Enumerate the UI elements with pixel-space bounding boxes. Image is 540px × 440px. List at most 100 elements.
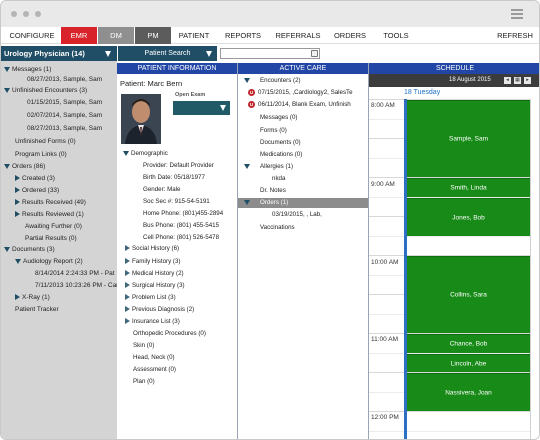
- appointment-name: Sample, Sam: [448, 135, 489, 143]
- tree-item-documents[interactable]: Documents (3): [4, 244, 55, 255]
- tree-item-message-entry[interactable]: 08/27/2013, Sample, Sam: [27, 74, 102, 85]
- schedule-day-label: 18 Tuesday: [404, 89, 441, 96]
- tree-item-results-reviewed[interactable]: Results Reviewed (1): [15, 209, 84, 220]
- section-assessment[interactable]: Assessment (0): [133, 365, 176, 374]
- section-social-history[interactable]: Social History (6): [125, 244, 179, 253]
- appointment-block[interactable]: Chance, Bob: [407, 334, 530, 353]
- menu-orders[interactable]: ORDERS: [331, 27, 369, 44]
- ac-encounter-item[interactable]: U 07/15/2015, ,Cardiology2, SalesTe: [248, 88, 353, 98]
- search-icon[interactable]: [311, 50, 318, 57]
- expand-arrow-icon: [15, 294, 20, 301]
- schedule-scroll-gutter[interactable]: [530, 99, 539, 439]
- tree-item-unfinished-forms[interactable]: Unfinished Forms (0): [15, 136, 76, 147]
- section-label: Insurance List (3): [132, 318, 180, 325]
- section-problem-list[interactable]: Problem List (3): [125, 293, 176, 302]
- section-previous-diagnosis[interactable]: Previous Diagnosis (2): [125, 305, 194, 314]
- ac-encounters[interactable]: Encounters (2): [244, 76, 301, 86]
- ac-dr-notes[interactable]: Dr. Notes: [260, 186, 286, 196]
- next-day-icon[interactable]: ▸: [524, 77, 531, 84]
- half-hour-line: [369, 216, 405, 217]
- section-head-neck[interactable]: Head, Neck (0): [133, 353, 175, 362]
- prev-day-icon[interactable]: ◂: [504, 77, 511, 84]
- menu-tools[interactable]: TOOLS: [379, 27, 413, 44]
- expand-arrow-icon: [244, 199, 250, 205]
- hour-line: [369, 411, 539, 412]
- schedule-date: 18 August 2015: [449, 77, 491, 83]
- tree-item-results-received[interactable]: Results Received (49): [15, 197, 86, 208]
- section-medical-history[interactable]: Medical History (2): [125, 269, 184, 278]
- main-menu-bar: CONFIGURE EMR DM PM PATIENT REPORTS REFE…: [1, 27, 539, 44]
- tree-item-encounter-entry[interactable]: 02/07/2014, Sample, Sam: [27, 110, 102, 121]
- ac-forms[interactable]: Forms (0): [260, 126, 287, 136]
- tree-item-partial-results[interactable]: Partial Results (0): [25, 233, 77, 244]
- ac-medications[interactable]: Medications (0): [260, 150, 302, 160]
- window-maximize-dot[interactable]: [35, 11, 41, 17]
- tree-item-awaiting-further[interactable]: Awaiting Further (0): [25, 221, 82, 232]
- appointment-block[interactable]: Nassivera, Joan: [407, 373, 530, 411]
- tree-label: Unfinished Encounters (3): [12, 87, 88, 94]
- section-demographic[interactable]: Demographic: [123, 149, 168, 158]
- window-minimize-dot[interactable]: [23, 11, 29, 17]
- menu-pm-tab[interactable]: PM: [135, 27, 171, 44]
- section-label: Family History (3): [132, 258, 181, 265]
- tree-item-document-entry[interactable]: 8/14/2014 2:24:33 PM - Pat: [35, 268, 115, 279]
- ac-label: 06/11/2014, Blank Exam, Unfinish: [258, 101, 351, 108]
- menu-dm-tab[interactable]: DM: [98, 27, 134, 44]
- title-bar: [1, 1, 539, 27]
- tree-item-unfinished-encounters[interactable]: Unfinished Encounters (3): [4, 85, 87, 96]
- tree-item-encounter-entry[interactable]: 01/15/2015, Sample, Sam: [27, 97, 102, 108]
- physician-dropdown[interactable]: Urology Physician (14): [1, 46, 117, 61]
- section-surgical-history[interactable]: Surgical History (3): [125, 281, 185, 290]
- tree-item-program-links[interactable]: Program Links (0): [15, 149, 67, 160]
- toolbar: Urology Physician (14) Patient Search: [1, 46, 539, 61]
- appointment-block[interactable]: Sample, Sam: [407, 100, 530, 177]
- tree-item-document-entry[interactable]: 7/11/2013 10:23:26 PM - Can: [35, 280, 117, 291]
- ac-messages[interactable]: Messages (0): [260, 113, 297, 123]
- menu-emr-tab[interactable]: EMR: [61, 27, 97, 44]
- appointment-block[interactable]: Jones, Bob: [407, 198, 530, 236]
- expand-arrow-icon: [15, 211, 20, 218]
- ac-order-item[interactable]: 03/19/2015, , Lab,: [272, 210, 322, 220]
- tree-item-orders[interactable]: Orders (86): [4, 161, 45, 172]
- chevron-down-icon: [105, 51, 111, 57]
- hamburger-menu-icon[interactable]: [511, 9, 523, 19]
- open-exam-dropdown[interactable]: [173, 101, 230, 115]
- patient-search-dropdown[interactable]: Patient Search: [118, 46, 217, 61]
- appointment-name: Collins, Sara: [450, 291, 487, 299]
- menu-reports[interactable]: REPORTS: [221, 27, 265, 44]
- tree-item-encounter-entry[interactable]: 08/27/2013, Sample, Sam: [27, 123, 102, 134]
- tree-item-created[interactable]: Created (3): [15, 173, 55, 184]
- appointment-block[interactable]: Smith, Linda: [407, 178, 530, 197]
- search-input[interactable]: [220, 48, 320, 59]
- appointment-block[interactable]: Collins, Sara: [407, 256, 530, 333]
- ac-vaccinations[interactable]: Vaccinations: [260, 223, 295, 233]
- section-label: Problem List (3): [132, 294, 176, 301]
- tree-item-patient-tracker[interactable]: Patient Tracker: [15, 304, 59, 315]
- menu-patient[interactable]: PATIENT: [173, 27, 215, 44]
- tree-label: Documents (3): [12, 246, 55, 253]
- section-insurance-list[interactable]: Insurance List (3): [125, 317, 180, 326]
- ac-encounter-item[interactable]: U 06/11/2014, Blank Exam, Unfinish: [248, 100, 351, 110]
- ac-allergies[interactable]: Allergies (1): [244, 162, 293, 172]
- ac-orders-selected[interactable]: Orders (1): [238, 198, 368, 208]
- tree-item-x-ray[interactable]: X-Ray (1): [15, 292, 50, 303]
- window-close-dot[interactable]: [11, 11, 17, 17]
- menu-configure[interactable]: CONFIGURE: [7, 27, 57, 44]
- appointment-block[interactable]: Lincoln, Abe: [407, 354, 530, 372]
- ac-documents[interactable]: Documents (0): [260, 138, 301, 148]
- ac-allergy-item[interactable]: nkda: [272, 174, 285, 184]
- patient-name: Patient: Marc Bern: [120, 79, 183, 88]
- calendar-icon[interactable]: ▦: [514, 77, 521, 84]
- app-window: CONFIGURE EMR DM PM PATIENT REPORTS REFE…: [0, 0, 540, 440]
- menu-referrals[interactable]: REFERRALS: [273, 27, 323, 44]
- active-care-header: ACTIVE CARE: [238, 63, 368, 74]
- cell-phone-text: Cell Phone: (801) 526-5478: [143, 234, 220, 241]
- section-skin[interactable]: Skin (0): [133, 341, 154, 350]
- section-orthopedic-procedures[interactable]: Orthopedic Procedures (0): [133, 329, 206, 338]
- menu-refresh[interactable]: REFRESH: [493, 27, 537, 44]
- tree-item-audiology-report[interactable]: Audiology Report (2): [15, 256, 83, 267]
- section-plan[interactable]: Plan (0): [133, 377, 155, 386]
- tree-item-ordered[interactable]: Ordered (33): [15, 185, 59, 196]
- chevron-down-icon: [206, 51, 212, 57]
- section-family-history[interactable]: Family History (3): [125, 257, 180, 266]
